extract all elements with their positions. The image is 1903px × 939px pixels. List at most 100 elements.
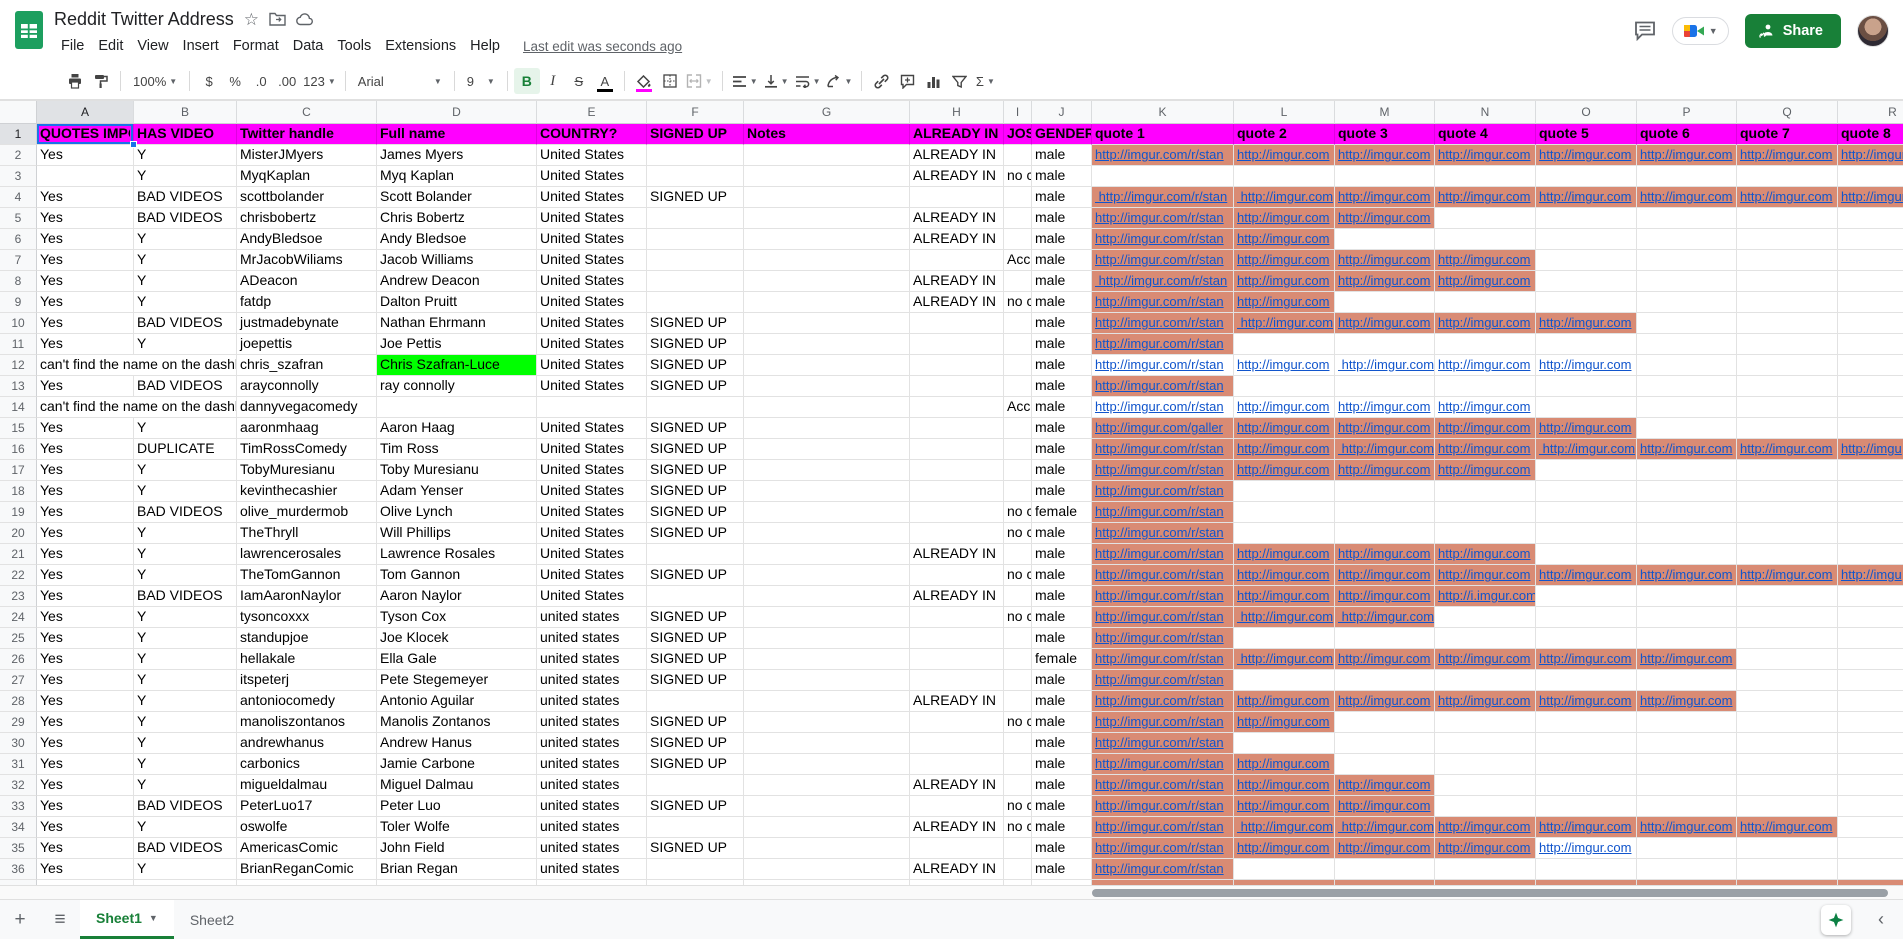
- cell-F4[interactable]: SIGNED UP: [647, 186, 744, 208]
- cell-Q3[interactable]: [1737, 165, 1838, 187]
- cell-P7[interactable]: [1637, 249, 1737, 271]
- cell-C17[interactable]: TobyMuresianu: [237, 459, 377, 481]
- cell-J11[interactable]: male: [1032, 333, 1092, 355]
- cell-J30[interactable]: male: [1032, 732, 1092, 754]
- text-color-button[interactable]: A: [592, 68, 618, 94]
- cell-Q14[interactable]: [1737, 396, 1838, 418]
- cell-L10[interactable]: http://imgur.com: [1234, 312, 1335, 334]
- cell-N26[interactable]: http://imgur.com: [1435, 648, 1536, 670]
- cell-L12[interactable]: http://imgur.com: [1234, 354, 1335, 376]
- column-header-D[interactable]: D: [377, 100, 537, 124]
- cell-O7[interactable]: [1536, 249, 1637, 271]
- cell-F6[interactable]: [647, 228, 744, 250]
- cell-P17[interactable]: [1637, 459, 1737, 481]
- cell-H27[interactable]: [910, 669, 1004, 691]
- cell-M5[interactable]: http://imgur.com: [1335, 207, 1435, 229]
- cell-F19[interactable]: SIGNED UP: [647, 501, 744, 523]
- cell-E26[interactable]: united states: [537, 648, 647, 670]
- cell-A29[interactable]: Yes: [37, 711, 134, 733]
- cell-P27[interactable]: [1637, 669, 1737, 691]
- row-number-19[interactable]: 19: [0, 501, 37, 523]
- cell-H1[interactable]: ALREADY IN: [910, 123, 1004, 145]
- cell-A11[interactable]: Yes: [37, 333, 134, 355]
- cell-C11[interactable]: joepettis: [237, 333, 377, 355]
- cell-R17[interactable]: [1838, 460, 1903, 481]
- row-number-15[interactable]: 15: [0, 417, 37, 439]
- cell-H3[interactable]: ALREADY IN: [910, 165, 1004, 187]
- cell-F17[interactable]: SIGNED UP: [647, 459, 744, 481]
- cell-R2[interactable]: http://imgur.com: [1838, 144, 1903, 166]
- cell-J4[interactable]: male: [1032, 186, 1092, 208]
- cell-P36[interactable]: [1637, 858, 1737, 880]
- cell-G10[interactable]: [744, 312, 910, 334]
- cell-L9[interactable]: http://imgur.com: [1234, 291, 1335, 313]
- cell-D23[interactable]: Aaron Naylor: [377, 585, 537, 607]
- cell-B20[interactable]: Y: [134, 522, 237, 544]
- share-button[interactable]: Share: [1744, 14, 1841, 48]
- cell-O13[interactable]: [1536, 375, 1637, 397]
- cell-H32[interactable]: ALREADY IN: [910, 774, 1004, 796]
- cell-O34[interactable]: http://imgur.com: [1536, 816, 1637, 838]
- cell-D10[interactable]: Nathan Ehrmann: [377, 312, 537, 334]
- cell-L20[interactable]: [1234, 522, 1335, 544]
- zoom-select-arrow[interactable]: ▼: [169, 77, 177, 86]
- cell-I36[interactable]: [1004, 858, 1032, 880]
- cell-L5[interactable]: http://imgur.com: [1234, 207, 1335, 229]
- cell-L21[interactable]: http://imgur.com: [1234, 543, 1335, 565]
- cell-M2[interactable]: http://imgur.com: [1335, 144, 1435, 166]
- cell-J5[interactable]: male: [1032, 207, 1092, 229]
- cell-C2[interactable]: MisterJMyers: [237, 144, 377, 166]
- cell-G30[interactable]: [744, 732, 910, 754]
- cell-A16[interactable]: Yes: [37, 438, 134, 460]
- row-number-10[interactable]: 10: [0, 312, 37, 334]
- cell-J33[interactable]: male: [1032, 795, 1092, 817]
- cell-M17[interactable]: http://imgur.com: [1335, 459, 1435, 481]
- insert-comment-icon[interactable]: [894, 68, 920, 94]
- cell-J6[interactable]: male: [1032, 228, 1092, 250]
- cell-E12[interactable]: United States: [537, 354, 647, 376]
- cell-R28[interactable]: [1838, 691, 1903, 712]
- cell-N5[interactable]: [1435, 207, 1536, 229]
- cell-G11[interactable]: [744, 333, 910, 355]
- cell-O20[interactable]: [1536, 522, 1637, 544]
- merge-cells-icon-arrow[interactable]: ▼: [705, 77, 713, 86]
- cell-K6[interactable]: http://imgur.com/r/stan: [1092, 228, 1234, 250]
- cell-M8[interactable]: http://imgur.com: [1335, 270, 1435, 292]
- cell-N8[interactable]: http://imgur.com: [1435, 270, 1536, 292]
- cell-J17[interactable]: male: [1032, 459, 1092, 481]
- cell-I21[interactable]: [1004, 543, 1032, 565]
- insert-chart-icon[interactable]: [920, 68, 946, 94]
- redo-icon[interactable]: [36, 68, 62, 94]
- cell-O36[interactable]: [1536, 858, 1637, 880]
- cell-Q5[interactable]: [1737, 207, 1838, 229]
- cell-O21[interactable]: [1536, 543, 1637, 565]
- cell-F29[interactable]: SIGNED UP: [647, 711, 744, 733]
- cell-I31[interactable]: [1004, 753, 1032, 775]
- cell-M33[interactable]: http://imgur.com: [1335, 795, 1435, 817]
- meet-button[interactable]: ▼: [1671, 17, 1729, 45]
- cell-Q29[interactable]: [1737, 711, 1838, 733]
- cell-G13[interactable]: [744, 375, 910, 397]
- cell-N21[interactable]: http://imgur.com: [1435, 543, 1536, 565]
- cell-P29[interactable]: [1637, 711, 1737, 733]
- cell-Q30[interactable]: [1737, 732, 1838, 754]
- cell-N20[interactable]: [1435, 522, 1536, 544]
- cell-G7[interactable]: [744, 249, 910, 271]
- cell-F15[interactable]: SIGNED UP: [647, 417, 744, 439]
- cell-E22[interactable]: United States: [537, 564, 647, 586]
- cell-P28[interactable]: http://imgur.com: [1637, 690, 1737, 712]
- cell-E11[interactable]: United States: [537, 333, 647, 355]
- cell-A22[interactable]: Yes: [37, 564, 134, 586]
- row-number-9[interactable]: 9: [0, 291, 37, 313]
- cell-B29[interactable]: Y: [134, 711, 237, 733]
- cell-I12[interactable]: [1004, 354, 1032, 376]
- cell-D34[interactable]: Toler Wolfe: [377, 816, 537, 838]
- cell-H22[interactable]: [910, 564, 1004, 586]
- cell-F30[interactable]: SIGNED UP: [647, 732, 744, 754]
- cell-G22[interactable]: [744, 564, 910, 586]
- cell-A15[interactable]: Yes: [37, 417, 134, 439]
- cell-G35[interactable]: [744, 837, 910, 859]
- cell-J20[interactable]: male: [1032, 522, 1092, 544]
- cell-L36[interactable]: [1234, 858, 1335, 880]
- cell-D36[interactable]: Brian Regan: [377, 858, 537, 880]
